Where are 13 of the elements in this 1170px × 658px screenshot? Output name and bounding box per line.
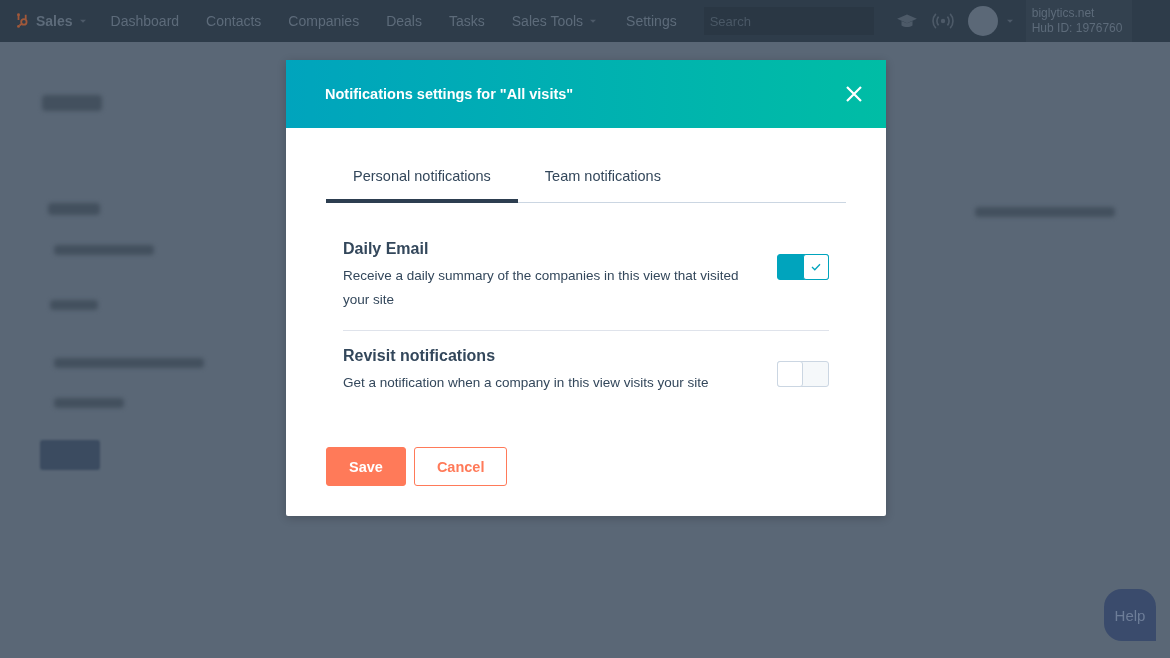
toggle-switch[interactable] bbox=[777, 254, 829, 280]
close-icon[interactable] bbox=[844, 84, 864, 104]
setting-description: Get a notification when a company in this view visits your site bbox=[343, 374, 710, 392]
setting-title: Daily Email bbox=[343, 240, 430, 258]
save-button[interactable]: Save bbox=[326, 447, 406, 486]
avatar bbox=[967, 6, 998, 36]
tab[interactable]: Personal notifications bbox=[326, 158, 518, 203]
tab[interactable]: Team notifications bbox=[517, 158, 688, 203]
cancel-button[interactable]: Cancel bbox=[413, 447, 508, 486]
modal-title: Notifications settings for "All visits" bbox=[325, 86, 574, 102]
setting-title: Revisit notifications bbox=[343, 347, 497, 365]
toggle-switch[interactable] bbox=[777, 361, 829, 387]
setting-description: Receive a daily summary of the companies in this view that visited your site bbox=[343, 267, 740, 309]
